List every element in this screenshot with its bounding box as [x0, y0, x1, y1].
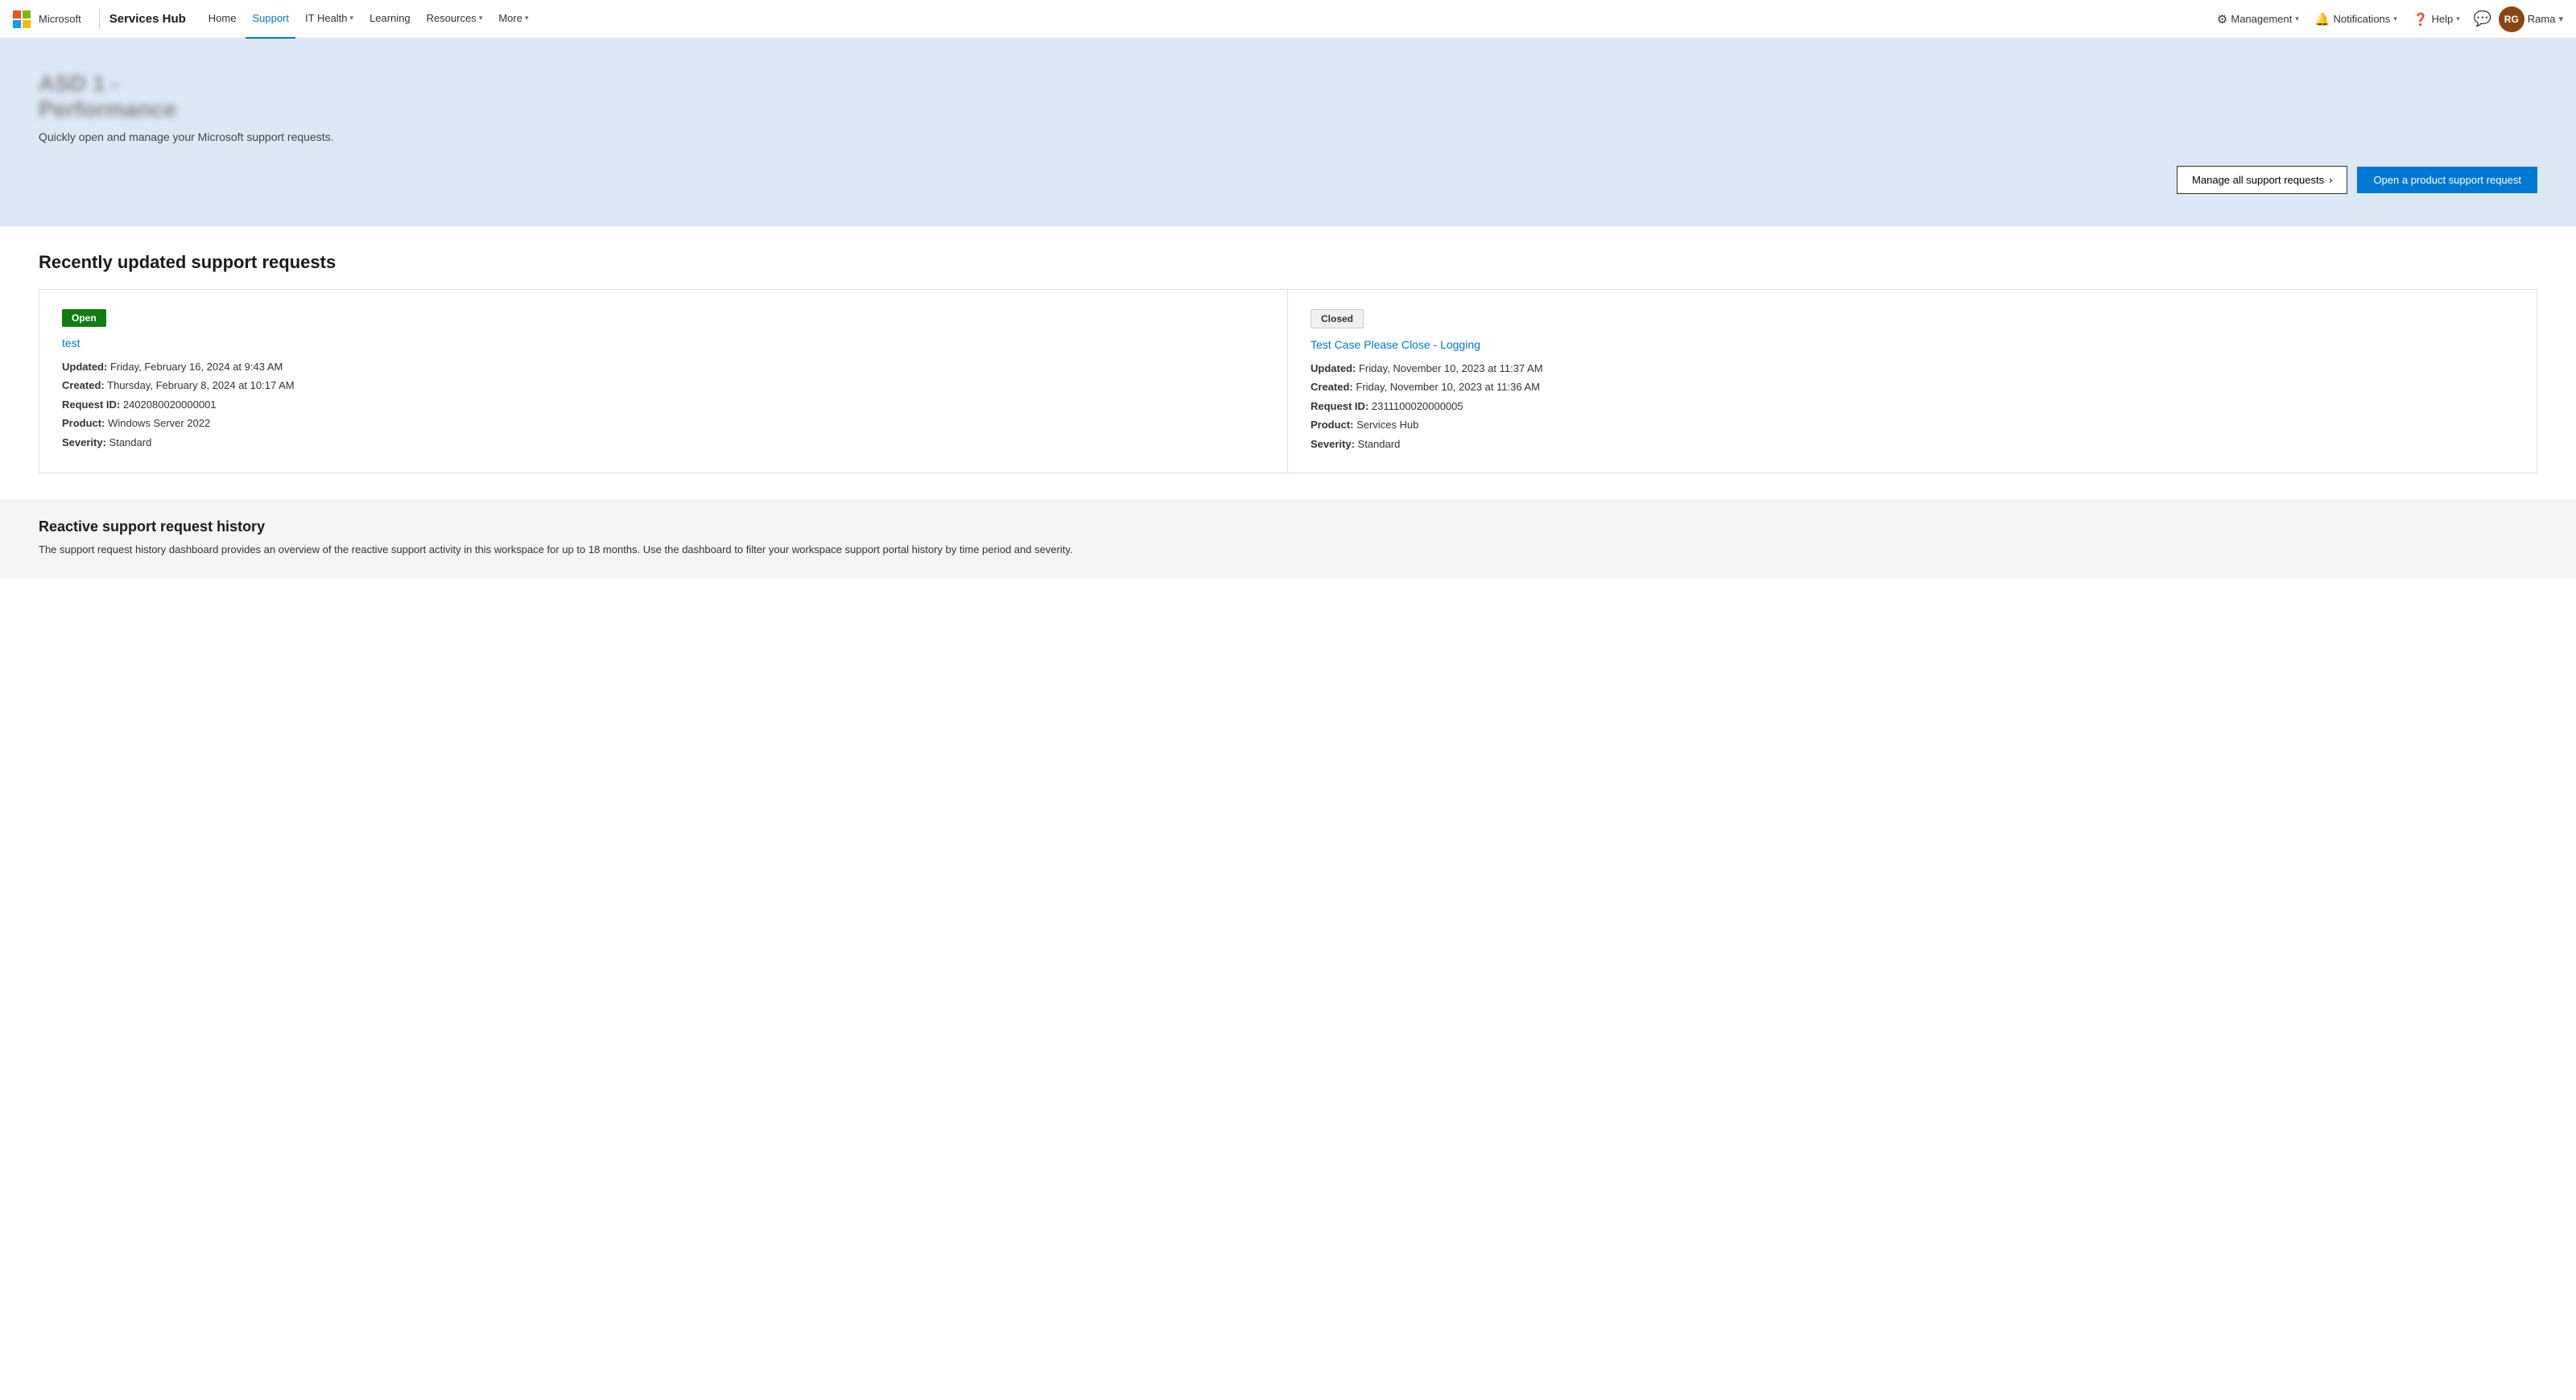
updated-label-2: Updated:	[1311, 362, 1356, 374]
nav-item-support[interactable]: Support	[246, 0, 295, 39]
nav-item-learning[interactable]: Learning	[363, 0, 417, 39]
product-value-1: Windows Server 2022	[108, 417, 210, 429]
created-label-1: Created:	[62, 379, 105, 391]
updated-label-1: Updated:	[62, 361, 107, 373]
updated-value-2: Friday, November 10, 2023 at 11:37 AM	[1359, 362, 1543, 374]
severity-value-2: Standard	[1358, 438, 1401, 450]
management-icon: ⚙	[2217, 12, 2227, 27]
nav-item-more[interactable]: More ▾	[492, 0, 535, 39]
nav-item-home[interactable]: Home	[202, 0, 243, 39]
chat-icon[interactable]: 💬	[2470, 6, 2496, 32]
updated-value-1: Friday, February 16, 2024 at 9:43 AM	[110, 361, 283, 373]
support-request-cards: Open test Updated: Friday, February 16, …	[39, 289, 2537, 473]
severity-value-1: Standard	[109, 436, 152, 448]
support-request-card-open: Open test Updated: Friday, February 16, …	[39, 290, 1288, 473]
history-section: Reactive support request history The sup…	[0, 499, 2576, 578]
user-display-name[interactable]: Rama	[2528, 13, 2556, 25]
recently-updated-title: Recently updated support requests	[39, 252, 2537, 273]
bell-icon: 🔔	[2315, 12, 2330, 27]
nav-management[interactable]: ⚙ Management ▾	[2211, 9, 2306, 30]
product-value-2: Services Hub	[1356, 419, 1418, 431]
nav-notifications[interactable]: 🔔 Notifications ▾	[2309, 9, 2404, 30]
manage-requests-button[interactable]: Manage all support requests ›	[2177, 166, 2347, 194]
nav-divider	[99, 10, 100, 29]
open-support-request-button[interactable]: Open a product support request	[2357, 167, 2537, 193]
status-badge-open: Open	[62, 309, 106, 327]
request-id-value-1: 2402080020000001	[123, 399, 217, 411]
history-title: Reactive support request history	[39, 518, 2537, 535]
nav-help[interactable]: ❓ Help ▾	[2407, 9, 2467, 30]
card-link-test[interactable]: test	[62, 337, 80, 349]
microsoft-logo-icon	[13, 10, 31, 28]
chevron-right-icon: ›	[2329, 174, 2332, 186]
microsoft-wordmark: Microsoft	[39, 13, 81, 25]
nav-item-ithealth[interactable]: IT Health ▾	[299, 0, 360, 39]
app-brand: Services Hub	[109, 12, 186, 26]
hero-subtitle: Quickly open and manage your Microsoft s…	[39, 130, 2537, 143]
product-label-2: Product:	[1311, 419, 1353, 431]
request-id-label-2: Request ID:	[1311, 400, 1368, 412]
severity-label-2: Severity:	[1311, 438, 1355, 450]
hero-buttons: Manage all support requests › Open a pro…	[39, 166, 2537, 194]
user-menu-chevron-icon[interactable]: ▾	[2558, 14, 2563, 24]
notifications-chevron-icon: ▾	[2393, 14, 2397, 23]
created-label-2: Created:	[1311, 381, 1353, 393]
hero-title: ASD 1 - Performance	[39, 71, 248, 122]
nav-right: ⚙ Management ▾ 🔔 Notifications ▾ ❓ Help …	[2211, 6, 2563, 32]
nav-logo[interactable]: Microsoft	[13, 10, 81, 28]
help-chevron-icon: ▾	[2456, 14, 2460, 23]
navigation: Microsoft Services Hub Home Support IT H…	[0, 0, 2576, 39]
product-label-1: Product:	[62, 417, 105, 429]
more-chevron-icon: ▾	[525, 14, 529, 23]
nav-menu: Home Support IT Health ▾ Learning Resour…	[202, 0, 2211, 39]
created-value-1: Thursday, February 8, 2024 at 10:17 AM	[107, 379, 294, 391]
history-description: The support request history dashboard pr…	[39, 542, 2537, 559]
nav-item-resources[interactable]: Resources ▾	[420, 0, 489, 39]
main-content: Recently updated support requests Open t…	[0, 226, 2576, 604]
help-icon: ❓	[2413, 12, 2429, 27]
severity-label-1: Severity:	[62, 436, 106, 448]
status-badge-closed: Closed	[1311, 309, 1364, 328]
request-id-value-2: 2311100020000005	[1372, 400, 1463, 412]
management-chevron-icon: ▾	[2295, 14, 2299, 23]
ithealth-chevron-icon: ▾	[350, 14, 354, 23]
support-request-card-closed: Closed Test Case Please Close - Logging …	[1288, 290, 2537, 473]
hero-section: ASD 1 - Performance Quickly open and man…	[0, 39, 2576, 226]
card-link-test-case[interactable]: Test Case Please Close - Logging	[1311, 338, 1480, 351]
resources-chevron-icon: ▾	[479, 14, 483, 23]
card-meta-closed: Updated: Friday, November 10, 2023 at 11…	[1311, 359, 2514, 453]
card-meta-open: Updated: Friday, February 16, 2024 at 9:…	[62, 357, 1265, 452]
request-id-label-1: Request ID:	[62, 399, 120, 411]
created-value-2: Friday, November 10, 2023 at 11:36 AM	[1356, 381, 1540, 393]
user-avatar[interactable]: RG	[2499, 6, 2524, 32]
